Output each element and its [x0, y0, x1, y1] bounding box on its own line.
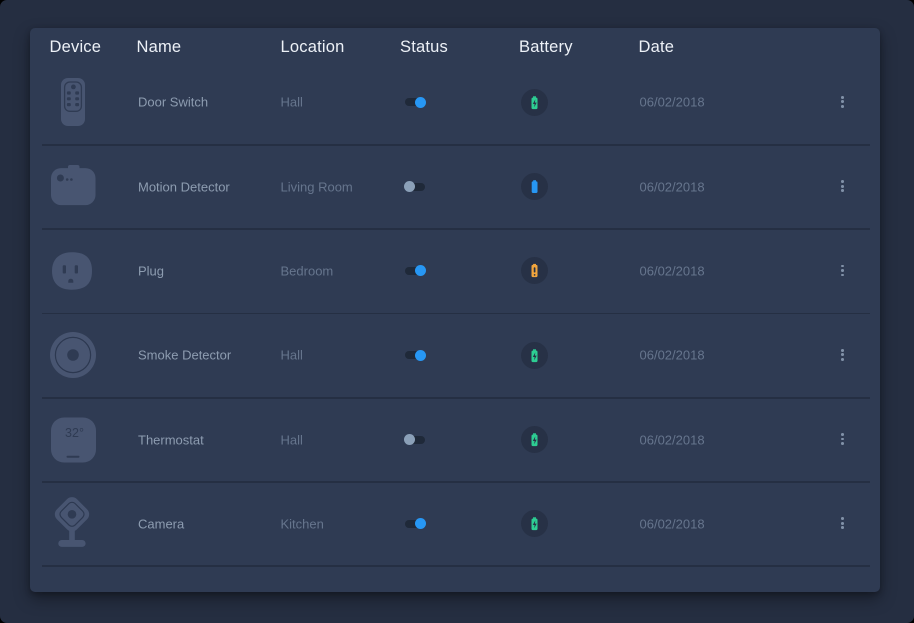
svg-text:32°: 32° — [65, 426, 84, 440]
